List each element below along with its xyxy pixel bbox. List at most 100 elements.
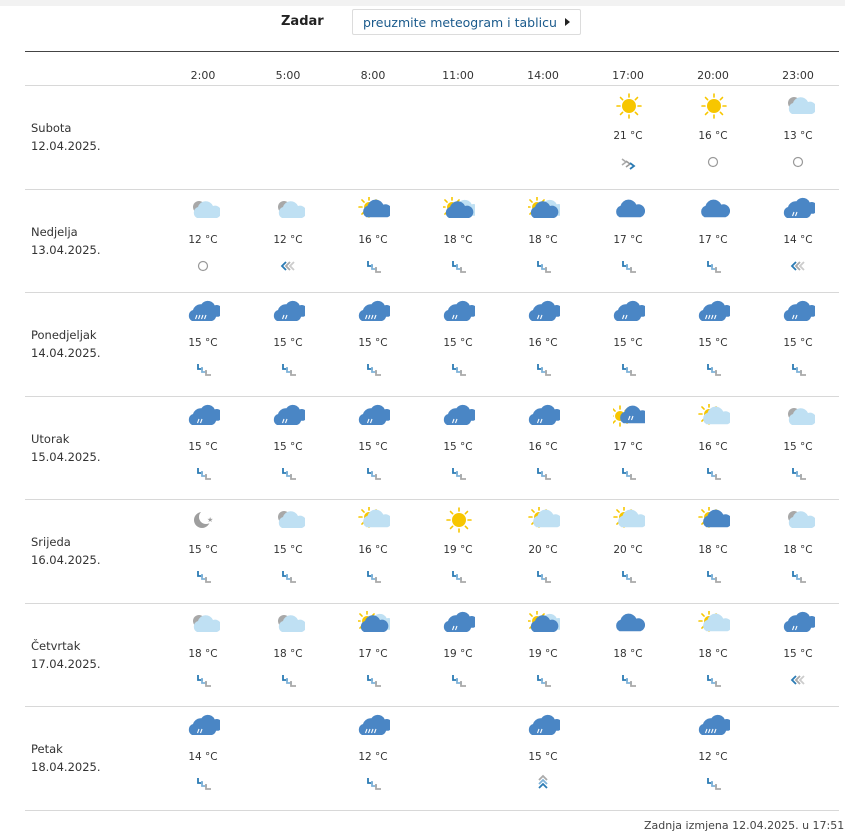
hour-label: 23:00 — [782, 69, 814, 82]
forecast-cell[interactable]: 17 °C — [598, 404, 658, 489]
night-partly-cloudy-icon — [188, 197, 222, 223]
cloud-heavy-rain-icon — [698, 714, 733, 740]
forecast-cell[interactable]: 16 °C — [683, 402, 743, 489]
forecast-cell[interactable]: 18 °C — [683, 506, 743, 592]
forecast-cell[interactable]: 15 °C — [768, 611, 828, 696]
wind-southwest-arrow-icon — [532, 567, 554, 585]
forecast-cell[interactable]: 18 °C — [258, 611, 318, 696]
forecast-cell[interactable]: 16 °C — [683, 93, 743, 178]
cloud-rain-icon — [783, 611, 818, 637]
temperature-value: 15 °C — [188, 440, 218, 453]
forecast-cell[interactable]: 12 °C — [258, 197, 318, 282]
forecast-cell[interactable]: 13 °C — [768, 93, 828, 178]
night-partly-cloudy-icon — [273, 611, 307, 637]
forecast-cell[interactable]: 21 °C — [598, 93, 658, 178]
sun-clouds-icon — [441, 195, 480, 223]
forecast-cell[interactable]: 15 °C — [173, 300, 233, 385]
forecast-cell[interactable]: 15 °C — [683, 300, 743, 385]
temperature-value: 14 °C — [783, 233, 813, 246]
forecast-cell[interactable]: 20 °C — [598, 506, 658, 592]
sun-light-cloud-icon — [698, 402, 733, 430]
forecast-cell[interactable]: 19 °C — [428, 611, 488, 696]
wind-southwest-arrow-icon — [192, 774, 214, 792]
temperature-value: 12 °C — [358, 751, 388, 763]
night-partly-cloudy-icon — [783, 404, 817, 430]
forecast-cell[interactable]: 16 °C — [343, 195, 403, 282]
hour-label: 20:00 — [697, 69, 729, 82]
wind-southwest-arrow-icon — [532, 257, 554, 275]
temperature-value: 15 °C — [613, 337, 643, 349]
forecast-cell[interactable]: 15 °C — [173, 404, 233, 489]
forecast-cell[interactable]: 15 °C — [428, 404, 488, 489]
forecast-cell[interactable]: 14 °C — [768, 197, 828, 282]
cloud-icon — [613, 611, 646, 637]
forecast-cell[interactable]: 15 °C — [768, 300, 828, 385]
row-divider — [25, 395, 839, 397]
wind-southwest-arrow-icon — [532, 671, 554, 689]
forecast-cell[interactable]: 15 °C — [428, 300, 488, 385]
temperature-value: 15 °C — [783, 337, 813, 349]
wind-southwest-arrow-icon — [787, 567, 809, 585]
wind-calm-icon — [192, 257, 214, 275]
forecast-cell[interactable]: 18 °C — [513, 195, 573, 282]
wind-southwest-arrow-icon — [277, 464, 299, 482]
sun-light-cloud-icon — [358, 506, 393, 533]
forecast-cell[interactable]: 15 °C — [258, 507, 318, 592]
wind-southwest-arrow-icon — [617, 360, 639, 378]
wind-south-arrow-icon — [532, 774, 554, 792]
forecast-cell[interactable]: 18 °C — [428, 195, 488, 282]
forecast-cell[interactable]: 12 °C — [683, 714, 743, 799]
wind-southwest-arrow-icon — [362, 257, 384, 275]
forecast-cell[interactable]: 19 °C — [428, 507, 488, 592]
forecast-cell[interactable]: 15 °C — [768, 404, 828, 489]
wind-southwest-arrow-icon — [532, 360, 554, 378]
temperature-value: 19 °C — [443, 647, 473, 660]
forecast-cell[interactable]: 12 °C — [343, 714, 403, 799]
forecast-cell[interactable]: 15 °C — [598, 300, 658, 385]
forecast-cell[interactable]: 17 °C — [598, 197, 658, 282]
forecast-cell[interactable]: 15 °C — [258, 300, 318, 385]
wind-southwest-arrow-icon — [702, 567, 724, 585]
forecast-cell[interactable]: 18 °C — [598, 611, 658, 696]
forecast-cell[interactable]: 15 °C — [343, 404, 403, 489]
wind-southwest-arrow-icon — [192, 464, 214, 482]
forecast-cell[interactable]: 20 °C — [513, 506, 573, 592]
forecast-cell[interactable]: 16 °C — [343, 506, 403, 592]
forecast-cell[interactable]: 12 °C — [173, 197, 233, 282]
temperature-value: 14 °C — [188, 751, 218, 763]
moon-stars-icon: ★ — [188, 507, 220, 533]
download-meteogram-button[interactable]: preuzmite meteogram i tablicu — [352, 9, 581, 35]
sun-clouds-icon — [356, 609, 395, 637]
day-date: 13.04.2025. — [31, 242, 101, 257]
forecast-cell[interactable]: 18 °C — [768, 507, 828, 592]
temperature-value: 15 °C — [783, 647, 813, 660]
night-partly-cloudy-icon — [783, 507, 817, 533]
forecast-cell[interactable]: 17 °C — [343, 609, 403, 696]
cloud-rain-icon — [528, 300, 563, 326]
forecast-cell[interactable]: ★ 15 °C — [173, 507, 233, 592]
temperature-value: 15 °C — [188, 544, 218, 556]
wind-west-arrow-icon — [787, 671, 809, 689]
temperature-value: 15 °C — [528, 751, 558, 763]
temperature-value: 15 °C — [188, 337, 218, 349]
cloud-rain-icon — [188, 714, 223, 740]
forecast-cell[interactable]: 19 °C — [513, 609, 573, 696]
day-label: Srijeda 16.04.2025. — [31, 533, 101, 569]
cloud-rain-icon — [528, 404, 563, 430]
forecast-cell[interactable]: 15 °C — [343, 300, 403, 385]
forecast-cell[interactable]: 16 °C — [513, 300, 573, 385]
forecast-cell[interactable]: 15 °C — [513, 714, 573, 799]
wind-southwest-arrow-icon — [617, 257, 639, 275]
forecast-cell[interactable]: 18 °C — [683, 609, 743, 696]
forecast-cell[interactable]: 14 °C — [173, 714, 233, 799]
forecast-cell[interactable]: 17 °C — [683, 197, 743, 282]
temperature-value: 15 °C — [443, 337, 473, 349]
temperature-value: 18 °C — [273, 647, 303, 660]
caret-right-icon — [564, 18, 570, 26]
forecast-cell[interactable]: 18 °C — [173, 611, 233, 696]
day-date: 15.04.2025. — [31, 449, 101, 464]
row-divider — [25, 292, 839, 293]
forecast-cell[interactable]: 15 °C — [258, 404, 318, 489]
temperature-value: 16 °C — [358, 544, 388, 556]
forecast-cell[interactable]: 16 °C — [513, 404, 573, 489]
